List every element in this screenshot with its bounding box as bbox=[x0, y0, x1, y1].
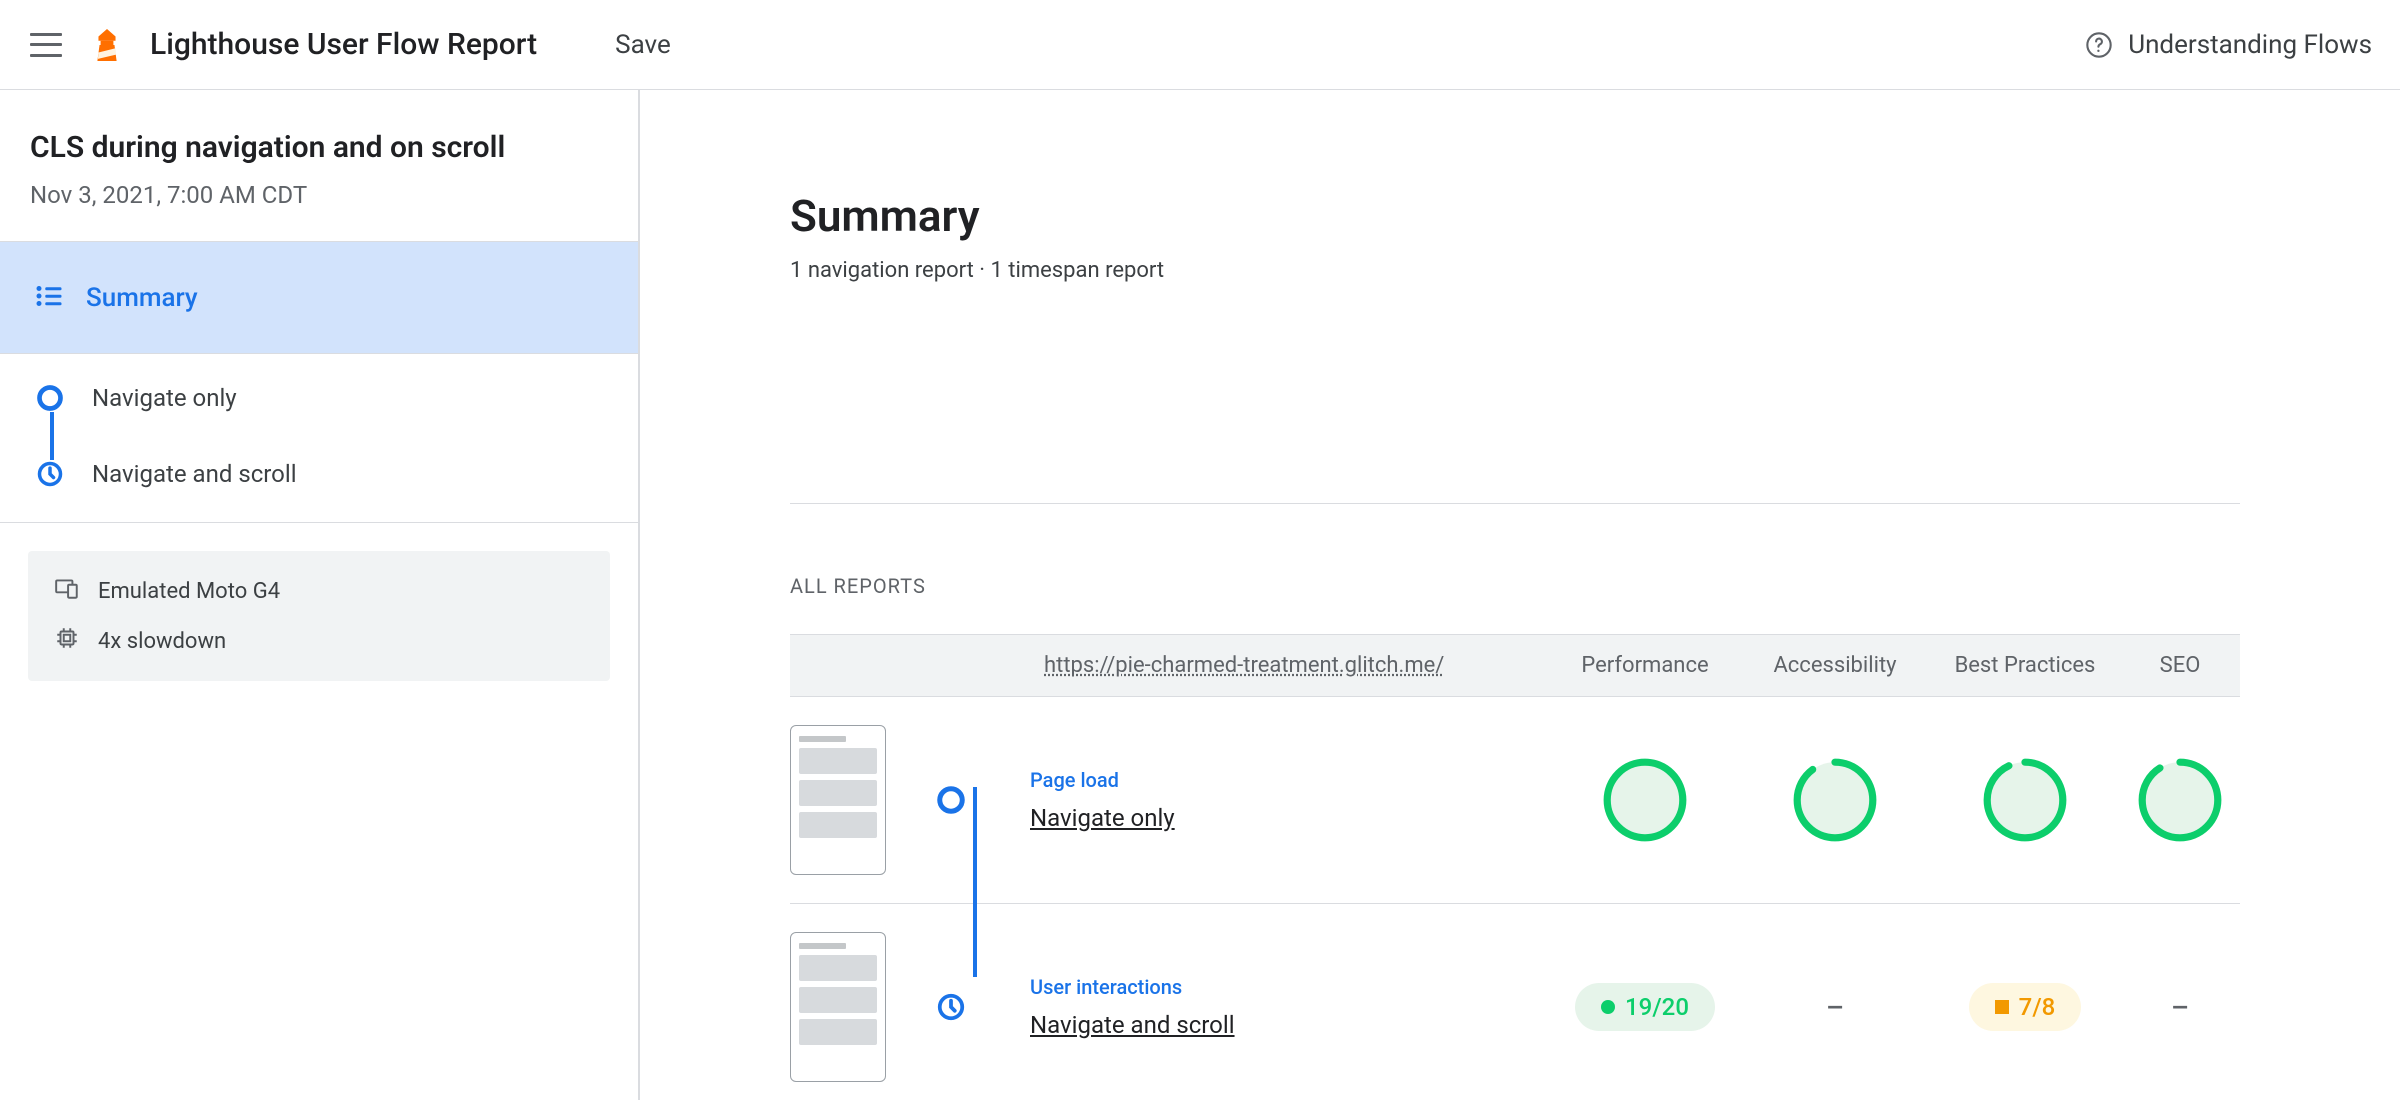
device-throttle: 4x slowdown bbox=[98, 629, 226, 654]
app-title: Lighthouse User Flow Report bbox=[150, 27, 537, 62]
pass-dot-icon bbox=[1601, 1000, 1615, 1014]
col-best-practices: Best Practices bbox=[1930, 653, 2120, 678]
reports-table-header: https://pie-charmed-treatment.glitch.me/… bbox=[790, 635, 2240, 697]
col-accessibility: Accessibility bbox=[1740, 653, 1930, 678]
sidebar-step-navigate-scroll[interactable]: Navigate and scroll bbox=[36, 460, 602, 488]
flow-date: Nov 3, 2021, 7:00 AM CDT bbox=[30, 181, 608, 209]
flow-title: CLS during navigation and on scroll bbox=[30, 130, 608, 165]
understanding-flows-label: Understanding Flows bbox=[2128, 30, 2372, 60]
not-applicable-dash: – bbox=[2171, 991, 2189, 1024]
lighthouse-logo-icon bbox=[92, 27, 122, 63]
fraction-pill-best-practices[interactable]: 7/8 bbox=[1969, 983, 2082, 1031]
score-gauge-performance[interactable]: 100 bbox=[1600, 755, 1690, 845]
score-gauge-accessibility[interactable]: 90 bbox=[1790, 755, 1880, 845]
main: Summary 1 navigation report · 1 timespan… bbox=[640, 90, 2400, 1100]
sidebar: CLS during navigation and on scroll Nov … bbox=[0, 90, 640, 1100]
not-applicable-dash: – bbox=[1826, 991, 1844, 1024]
device-icon bbox=[54, 575, 80, 607]
cpu-icon bbox=[54, 625, 80, 657]
sidebar-step-label: Navigate and scroll bbox=[92, 460, 297, 488]
sidebar-step-label: Navigate only bbox=[92, 384, 237, 412]
table-row: User interactions Navigate and scroll 19… bbox=[790, 904, 2240, 1100]
navigation-marker-icon bbox=[36, 384, 64, 412]
row-kind: Page load bbox=[1030, 768, 1550, 792]
sidebar-header: CLS during navigation and on scroll Nov … bbox=[0, 90, 638, 242]
reports-section: ALL REPORTS https://pie-charmed-treatmen… bbox=[790, 433, 2400, 1100]
fraction-value: 7/8 bbox=[2019, 993, 2056, 1021]
menu-icon[interactable] bbox=[28, 27, 64, 63]
report-url[interactable]: https://pie-charmed-treatment.glitch.me/ bbox=[1030, 653, 1550, 678]
table-row: Page load Navigate only 100 bbox=[790, 697, 2240, 904]
understanding-flows-link[interactable]: Understanding Flows bbox=[2084, 30, 2372, 60]
summary-list-icon bbox=[34, 281, 64, 315]
help-icon bbox=[2084, 30, 2114, 60]
sidebar-summary-label: Summary bbox=[86, 283, 198, 313]
navigation-marker-icon bbox=[926, 785, 976, 815]
page-title: Summary bbox=[790, 190, 2400, 242]
sidebar-step-navigate-only[interactable]: Navigate only bbox=[36, 384, 602, 412]
sidebar-step-list: Navigate only Navigate and scroll bbox=[0, 354, 638, 523]
row-kind: User interactions bbox=[1030, 975, 1550, 999]
screenshot-thumbnail[interactable] bbox=[790, 932, 886, 1082]
score-gauge-best-practices[interactable]: 93 bbox=[1980, 755, 2070, 845]
fraction-pill-performance[interactable]: 19/20 bbox=[1575, 983, 1715, 1031]
all-reports-label: ALL REPORTS bbox=[790, 574, 2240, 598]
device-emulated: Emulated Moto G4 bbox=[98, 579, 280, 604]
page-subtitle: 1 navigation report · 1 timespan report bbox=[790, 258, 2400, 283]
average-square-icon bbox=[1995, 1000, 2009, 1014]
reports-table: https://pie-charmed-treatment.glitch.me/… bbox=[790, 634, 2240, 1100]
row-name-link[interactable]: Navigate and scroll bbox=[1030, 1011, 1550, 1039]
sidebar-summary-nav[interactable]: Summary bbox=[0, 242, 638, 354]
score-gauge-seo[interactable]: 91 bbox=[2135, 755, 2225, 845]
screenshot-thumbnail[interactable] bbox=[790, 725, 886, 875]
device-info: Emulated Moto G4 4x slowdown bbox=[28, 551, 610, 681]
col-seo: SEO bbox=[2120, 653, 2240, 678]
timespan-marker-icon bbox=[36, 460, 64, 488]
fraction-value: 19/20 bbox=[1625, 993, 1689, 1021]
timespan-marker-icon bbox=[926, 992, 976, 1022]
save-button[interactable]: Save bbox=[615, 30, 671, 60]
topbar: Lighthouse User Flow Report Save Underst… bbox=[0, 0, 2400, 90]
col-performance: Performance bbox=[1550, 653, 1740, 678]
row-name-link[interactable]: Navigate only bbox=[1030, 804, 1550, 832]
